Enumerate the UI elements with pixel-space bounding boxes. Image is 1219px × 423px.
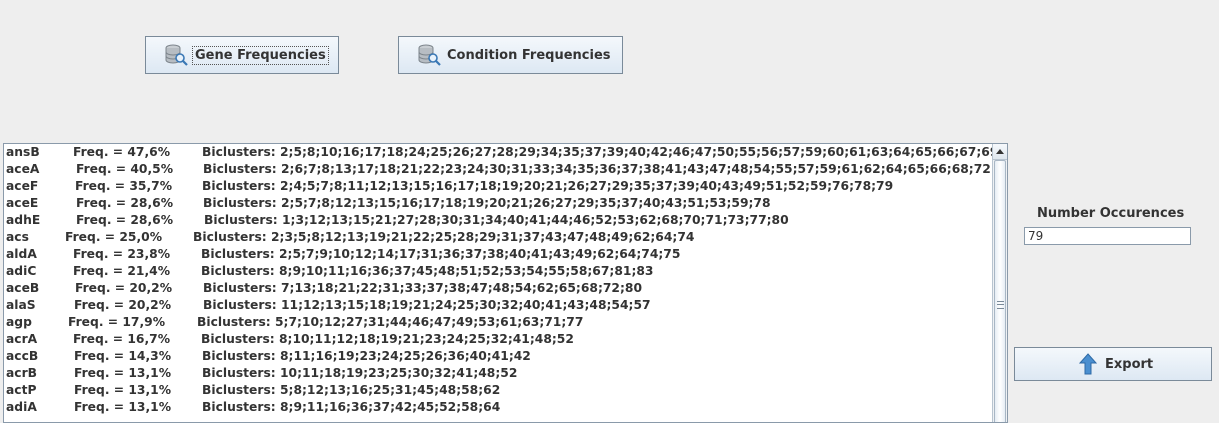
arrow-up-icon <box>1079 353 1097 375</box>
frequency-value: Freq. = 17,9% <box>68 315 166 329</box>
list-item[interactable]: acs Freq. = 25,0% Biclusters: 2;3;5;8;12;1… <box>5 229 992 246</box>
gene-frequency-list[interactable]: ansB Freq. = 47,6% Biclusters: 2;5;8;10;16… <box>3 143 1008 423</box>
gene-name: adhE <box>6 213 41 227</box>
biclusters-list: Biclusters: 8;11;16;19;23;24;25;26;36;40… <box>202 349 531 363</box>
export-label: Export <box>1105 356 1154 372</box>
gene-name: actP <box>6 383 37 397</box>
frequency-value: Freq. = 21,4% <box>73 264 171 278</box>
gene-name: alaS <box>6 298 36 312</box>
gene-name: accB <box>6 349 39 363</box>
frequency-value: Freq. = 28,6% <box>76 213 174 227</box>
list-item[interactable]: alaS Freq. = 20,2% Biclusters: 11;12;13;15… <box>5 297 992 314</box>
frequency-value: Freq. = 20,2% <box>74 298 172 312</box>
vertical-scrollbar[interactable] <box>992 144 1007 422</box>
frequency-value: Freq. = 28,6% <box>76 196 174 210</box>
frequency-value: Freq. = 47,6% <box>73 145 171 159</box>
list-item[interactable]: acrA Freq. = 16,7% Biclusters: 8;10;11;12;… <box>5 331 992 348</box>
frequency-value: Freq. = 16,7% <box>73 332 171 346</box>
list-item[interactable]: aceE Freq. = 28,6% Biclusters: 2;5;7;8;12;… <box>5 195 992 212</box>
list-item[interactable]: accB Freq. = 14,3% Biclusters: 8;11;16;19;… <box>5 348 992 365</box>
gene-name: adiC <box>6 264 37 278</box>
list-item[interactable]: actP Freq. = 13,1% Biclusters: 5;8;12;13;1… <box>5 382 992 399</box>
list-item[interactable]: aceF Freq. = 35,7% Biclusters: 2;4;5;7;8;1… <box>5 178 992 195</box>
list-item[interactable]: ansB Freq. = 47,6% Biclusters: 2;5;8;10;16… <box>5 144 992 161</box>
condition-frequencies-button[interactable]: Condition Frequencies <box>398 36 623 74</box>
gene-name: aceE <box>6 196 39 210</box>
biclusters-list: Biclusters: 10;11;18;19;23;25;30;32;41;4… <box>202 366 518 380</box>
gene-name: aceF <box>6 179 39 193</box>
frequency-value: Freq. = 14,3% <box>74 349 172 363</box>
frequency-value: Freq. = 40,5% <box>76 162 174 176</box>
biclusters-list: Biclusters: 2;3;5;8;12;13;19;21;22;25;28… <box>193 230 695 244</box>
biclusters-list: Biclusters: 8;9;10;11;16;36;37;45;48;51;… <box>201 264 654 278</box>
biclusters-list: Biclusters: 2;4;5;7;8;11;12;13;15;16;17;… <box>202 179 894 193</box>
frequency-value: Freq. = 13,1% <box>74 383 172 397</box>
list-item[interactable]: agp Freq. = 17,9% Biclusters: 5;7;10;12;27… <box>5 314 992 331</box>
gene-name: aceA <box>6 162 40 176</box>
gene-name: acrA <box>6 332 38 346</box>
biclusters-list: Biclusters: 8;9;11;16;36;37;42;45;52;58;… <box>202 400 501 414</box>
biclusters-list: Biclusters: 1;3;12;13;15;21;27;28;30;31;… <box>204 213 789 227</box>
gene-frequencies-label: Gene Frequencies <box>192 45 329 65</box>
list-item[interactable]: adiA Freq. = 13,1% Biclusters: 8;9;11;16;3… <box>5 399 992 416</box>
condition-frequencies-label: Condition Frequencies <box>447 47 611 63</box>
frequency-value: Freq. = 35,7% <box>75 179 173 193</box>
frequency-value: Freq. = 23,8% <box>73 247 171 261</box>
gene-name: acs <box>6 230 29 244</box>
biclusters-list: Biclusters: 5;7;10;12;27;31;44;46;47;49;… <box>197 315 584 329</box>
biclusters-list: Biclusters: 2;6;7;8;13;17;18;21;22;23;24… <box>203 162 991 176</box>
list-item[interactable]: adiC Freq. = 21,4% Biclusters: 8;9;10;11;1… <box>5 263 992 280</box>
biclusters-list: Biclusters: 2;5;7;9;10;12;14;17;31;36;37… <box>201 247 681 261</box>
number-occurences-input[interactable] <box>1024 227 1191 245</box>
export-button[interactable]: Export <box>1014 347 1212 381</box>
gene-name: adiA <box>6 400 37 414</box>
list-item[interactable]: aceA Freq. = 40,5% Biclusters: 2;6;7;8;13;… <box>5 161 992 178</box>
biclusters-list: Biclusters: 2;5;8;10;16;17;18;24;25;26;2… <box>202 145 992 159</box>
list-item[interactable]: acrB Freq. = 13,1% Biclusters: 10;11;18;19… <box>5 365 992 382</box>
gene-name: ansB <box>6 145 40 159</box>
frequency-value: Freq. = 25,0% <box>65 230 163 244</box>
gene-frequencies-button[interactable]: Gene Frequencies <box>145 36 339 74</box>
list-item[interactable]: adhE Freq. = 28,6% Biclusters: 1;3;12;13;1… <box>5 212 992 229</box>
number-occurences-label: Number Occurences <box>1037 206 1185 221</box>
biclusters-list: Biclusters: 5;8;12;13;16;25;31;45;48;58;… <box>202 383 501 397</box>
list-item[interactable]: aldA Freq. = 23,8% Biclusters: 2;5;7;9;10;… <box>5 246 992 263</box>
list-content: ansB Freq. = 47,6% Biclusters: 2;5;8;10;16… <box>5 144 992 416</box>
database-search-icon <box>165 44 188 66</box>
scrollbar-thumb[interactable] <box>994 160 1006 422</box>
gene-name: aceB <box>6 281 40 295</box>
database-search-icon <box>418 44 441 66</box>
frequency-value: Freq. = 13,1% <box>74 366 172 380</box>
frequency-value: Freq. = 20,2% <box>75 281 173 295</box>
list-item[interactable]: aceB Freq. = 20,2% Biclusters: 7;13;18;21;… <box>5 280 992 297</box>
grip-icon <box>997 301 1004 309</box>
biclusters-list: Biclusters: 8;10;11;12;18;19;21;23;24;25… <box>201 332 574 346</box>
frequency-value: Freq. = 13,1% <box>74 400 172 414</box>
chevron-up-icon <box>996 149 1004 154</box>
gene-name: agp <box>6 315 32 329</box>
biclusters-list: Biclusters: 11;12;13;15;18;19;21;24;25;3… <box>203 298 651 312</box>
gene-name: acrB <box>6 366 38 380</box>
biclusters-list: Biclusters: 2;5;7;8;12;13;15;16;17;18;19… <box>203 196 771 210</box>
scroll-up-button[interactable] <box>993 144 1007 160</box>
biclusters-list: Biclusters: 7;13;18;21;22;31;33;37;38;47… <box>203 281 643 295</box>
gene-name: aldA <box>6 247 37 261</box>
